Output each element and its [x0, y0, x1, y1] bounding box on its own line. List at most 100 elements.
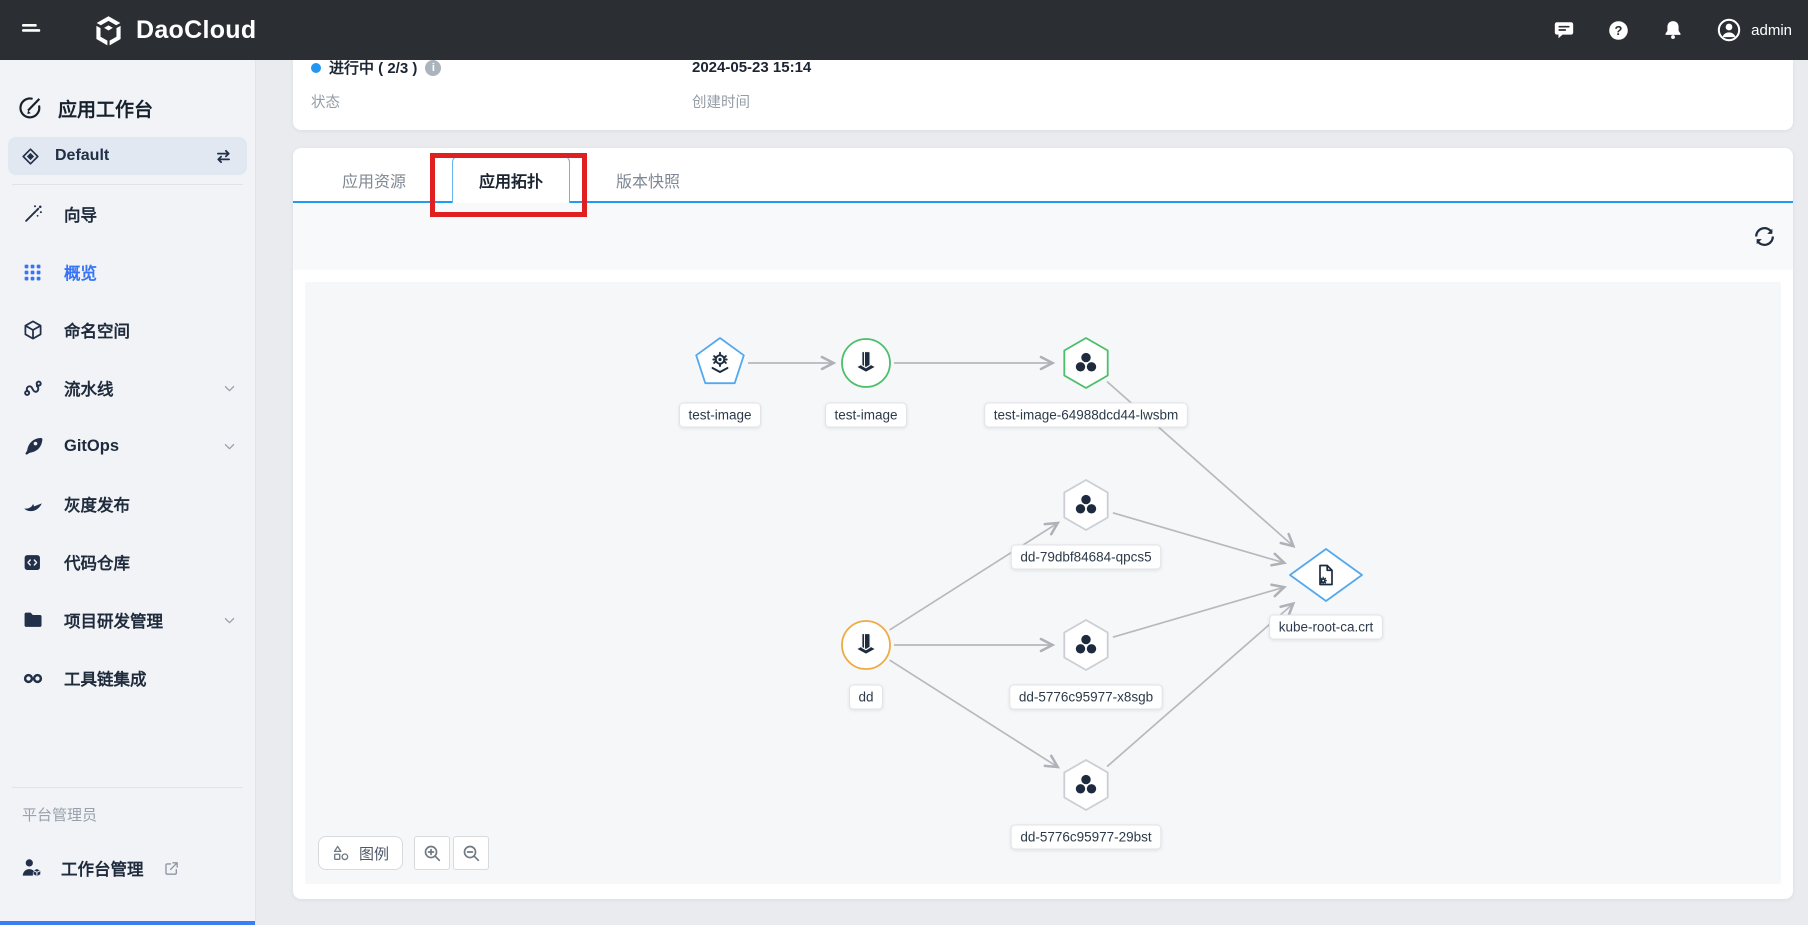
rocket-icon [22, 435, 44, 457]
svg-text:?: ? [1615, 22, 1623, 37]
pipeline-icon [22, 377, 44, 399]
created-time-label: 创建时间 [692, 91, 811, 112]
sidebar-item-namespace[interactable]: 命名空间 [0, 301, 255, 359]
brand-name: DaoCloud [136, 16, 256, 45]
topology-node-label[interactable]: test-image [679, 403, 760, 427]
zoom-in-button[interactable] [414, 836, 450, 870]
topology-toolbar [293, 203, 1793, 270]
sidebar-item-project-dev[interactable]: 项目研发管理 [0, 591, 255, 649]
bird-icon [22, 493, 44, 515]
legend-button[interactable]: 图例 [318, 836, 403, 870]
person-cube-icon [20, 856, 44, 880]
repo-icon [22, 552, 44, 573]
sidebar-section-label: 平台管理员 [0, 804, 255, 824]
info-icon[interactable] [425, 60, 441, 76]
tab-app-resources[interactable]: 应用资源 [316, 156, 432, 203]
svg-text:dd-5776c95977-x8sgb: dd-5776c95977-x8sgb [1019, 690, 1153, 705]
brand[interactable]: DaoCloud [92, 14, 256, 47]
topology-node-configmap-kube-root-ca[interactable] [1290, 549, 1362, 601]
folder-icon [22, 609, 44, 631]
topology-node-pod-test-image[interactable] [1064, 338, 1107, 388]
menu-toggle-icon[interactable] [18, 16, 46, 44]
sidebar-item-wizard[interactable]: 向导 [0, 185, 255, 243]
zoom-out-button[interactable] [453, 836, 489, 870]
sidebar-divider [12, 787, 243, 788]
sidebar-item-label: GitOps [64, 437, 119, 456]
workbench-icon [17, 95, 43, 121]
legend-shapes-icon [332, 844, 350, 862]
external-link-icon [163, 860, 180, 877]
sidebar-bottom-accent [0, 921, 255, 925]
sidebar-item-pipeline[interactable]: 流水线 [0, 359, 255, 417]
topology-node-label[interactable]: test-image [825, 403, 906, 427]
topology-node-pod-qpcs5[interactable] [1064, 480, 1107, 530]
workspace-title-label: 应用工作台 [58, 95, 153, 122]
sidebar-item-toolchain[interactable]: 工具链集成 [0, 649, 255, 707]
sidebar-item-gitops[interactable]: GitOps [0, 417, 255, 475]
sidebar-item-label: 工作台管理 [61, 856, 144, 880]
refresh-icon[interactable] [1752, 224, 1777, 249]
help-icon[interactable]: ? [1607, 19, 1630, 42]
topology-edge-pod-x8sgb-to-configmap-kube-root-ca [1113, 587, 1284, 637]
swap-workspace-icon[interactable] [213, 146, 234, 167]
svg-text:test-image: test-image [688, 408, 751, 423]
topology-edge-deploy-dd-to-pod-qpcs5 [890, 523, 1058, 630]
wand-icon [22, 203, 44, 225]
svg-text:test-image-64988dcd44-lwsbm: test-image-64988dcd44-lwsbm [994, 408, 1179, 423]
user-menu[interactable]: admin [1716, 17, 1792, 43]
sidebar-item-label: 代码仓库 [64, 550, 130, 574]
svg-text:test-image: test-image [834, 408, 897, 423]
grid-icon [22, 262, 44, 283]
workspace-selector-label: Default [55, 147, 198, 165]
status-label: 状态 [311, 91, 692, 112]
sidebar-item-label: 概览 [64, 260, 97, 284]
cube-icon [22, 319, 44, 341]
svg-text:kube-root-ca.crt: kube-root-ca.crt [1279, 620, 1374, 635]
topology-node-label[interactable]: dd-79dbf84684-qpcs5 [1011, 545, 1160, 569]
tab-version-snapshot[interactable]: 版本快照 [590, 156, 706, 203]
status-value: 进行中 ( 2/3 ) [329, 60, 417, 78]
svg-text:dd: dd [858, 690, 873, 705]
status-card: 进行中 ( 2/3 ) 状态 2024-05-23 15:14 创建时间 [293, 60, 1793, 130]
topology-node-pod-29bst[interactable] [1064, 760, 1107, 810]
sidebar-item-workbench-admin[interactable]: 工作台管理 [0, 846, 255, 890]
infinity-icon [22, 667, 44, 690]
topology-node-label[interactable]: dd-5776c95977-29bst [1011, 825, 1161, 849]
sidebar-item-overview[interactable]: 概览 [0, 243, 255, 301]
topology-edge-deploy-dd-to-pod-29bst [890, 660, 1058, 767]
chevron-down-icon [222, 381, 237, 396]
sidebar-item-gray-release[interactable]: 灰度发布 [0, 475, 255, 533]
chevron-down-icon [222, 439, 237, 454]
notifications-bell-icon[interactable] [1662, 19, 1684, 41]
legend-button-label: 图例 [359, 843, 389, 864]
sidebar: 应用工作台 Default 向导概览命名空间流水线 GitOps 灰度发布代码仓库项… [0, 60, 256, 925]
main-content: 进行中 ( 2/3 ) 状态 2024-05-23 15:14 创建时间 应用资… [256, 60, 1808, 925]
sidebar-item-label: 向导 [64, 202, 97, 226]
topology-node-label[interactable]: dd-5776c95977-x8sgb [1010, 685, 1162, 709]
topology-node-label[interactable]: dd [849, 685, 882, 709]
tab-card: 应用资源应用拓扑版本快照 test-imagetest-imagetest-i [293, 148, 1793, 899]
topology-node-pod-x8sgb[interactable] [1064, 620, 1107, 670]
sidebar-item-label: 灰度发布 [64, 492, 130, 516]
topology-node-deploy-dd[interactable] [842, 621, 890, 669]
sidebar-item-label: 命名空间 [64, 318, 130, 342]
topology-canvas[interactable]: test-image test-image test-image-64988dcd4… [305, 282, 1781, 884]
status-dot [311, 63, 321, 73]
sidebar-item-label: 流水线 [64, 376, 114, 400]
topology-node-label[interactable]: test-image-64988dcd44-lwsbm [985, 403, 1188, 427]
tab-bar: 应用资源应用拓扑版本快照 [293, 148, 1793, 203]
sidebar-item-label: 项目研发管理 [64, 608, 163, 632]
tab-app-topology[interactable]: 应用拓扑 [452, 156, 570, 203]
sidebar-item-label: 工具链集成 [64, 666, 147, 690]
top-bar: DaoCloud ? admin [0, 0, 1808, 60]
messages-icon[interactable] [1553, 19, 1575, 41]
sidebar-item-code-repo[interactable]: 代码仓库 [0, 533, 255, 591]
topology-graph: test-image test-image test-image-64988dcd4… [305, 282, 1781, 884]
svg-text:dd-79dbf84684-qpcs5: dd-79dbf84684-qpcs5 [1020, 550, 1151, 565]
workspace-selector[interactable]: Default [8, 137, 247, 175]
topology-node-deploy-test-image[interactable] [842, 339, 890, 387]
topology-node-label[interactable]: kube-root-ca.crt [1270, 615, 1383, 639]
topology-node-workload-test-image[interactable] [696, 338, 744, 383]
created-time-value: 2024-05-23 15:14 [692, 60, 811, 76]
sidebar-nav: 向导概览命名空间流水线 GitOps 灰度发布代码仓库项目研发管理工具链集成 [0, 185, 255, 707]
